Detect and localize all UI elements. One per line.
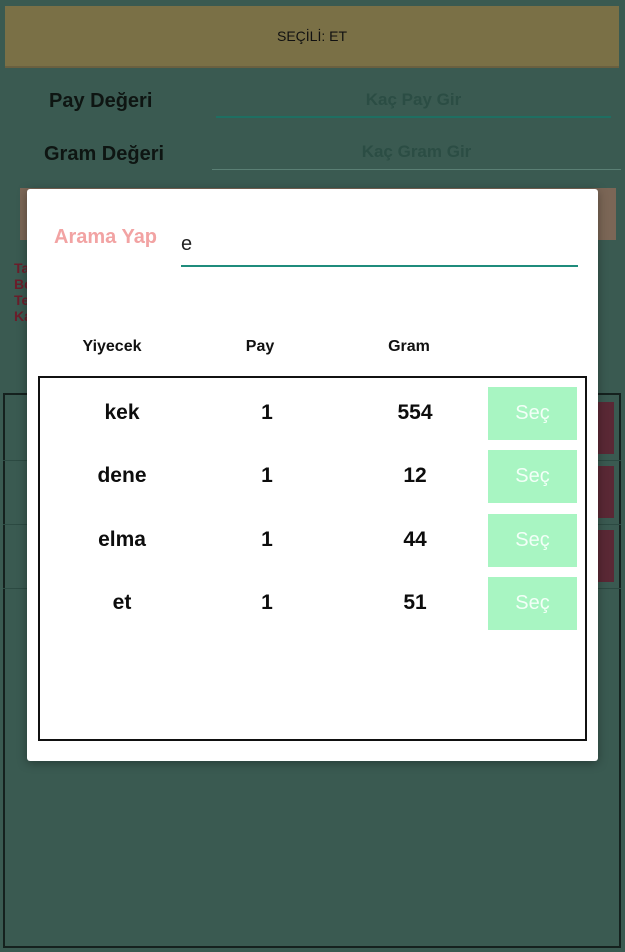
pay-value: 1 [261, 401, 273, 424]
selected-food-text: SEÇİLİ: ET [276, 28, 348, 44]
pay-value: 1 [261, 591, 273, 614]
select-button[interactable]: Seç [488, 450, 577, 503]
search-input[interactable] [181, 225, 578, 267]
select-button[interactable]: Seç [488, 387, 577, 440]
gram-value: 12 [403, 464, 427, 487]
search-results-list: kek 1 554 Seç dene 1 12 Seç elma 1 44 Se… [38, 376, 587, 741]
gram-input[interactable]: Kaç Gram Gir [212, 134, 621, 170]
delete-button[interactable] [596, 402, 614, 454]
column-header-pay: Pay [245, 338, 275, 355]
gram-value: 44 [403, 528, 427, 551]
pay-label: Pay Değeri [49, 90, 153, 112]
list-item: et 1 51 Seç [40, 577, 585, 631]
food-name: kek [104, 401, 140, 424]
gram-value: 554 [397, 401, 433, 424]
gram-value: 51 [403, 591, 427, 614]
select-button[interactable]: Seç [488, 514, 577, 567]
list-item: dene 1 12 Seç [40, 450, 585, 504]
gram-label: Gram Değeri [44, 143, 165, 165]
pay-value: 1 [261, 528, 273, 551]
food-name: et [112, 591, 132, 614]
selected-food-banner: SEÇİLİ: ET [5, 6, 619, 68]
delete-button[interactable] [596, 530, 614, 582]
column-header-food: Yiyecek [82, 338, 142, 355]
food-name: elma [98, 528, 146, 551]
list-item: kek 1 554 Seç [40, 387, 585, 441]
search-label: Arama Yap [54, 226, 158, 248]
search-dialog: Arama Yap Yiyecek Pay Gram kek 1 554 Seç… [27, 189, 598, 761]
delete-button[interactable] [596, 466, 614, 518]
list-item: elma 1 44 Seç [40, 514, 585, 568]
food-name: dene [97, 464, 147, 487]
column-header-gram: Gram [388, 338, 430, 355]
select-button[interactable]: Seç [488, 577, 577, 630]
pay-input[interactable]: Kaç Pay Gir [216, 82, 611, 118]
pay-value: 1 [261, 464, 273, 487]
